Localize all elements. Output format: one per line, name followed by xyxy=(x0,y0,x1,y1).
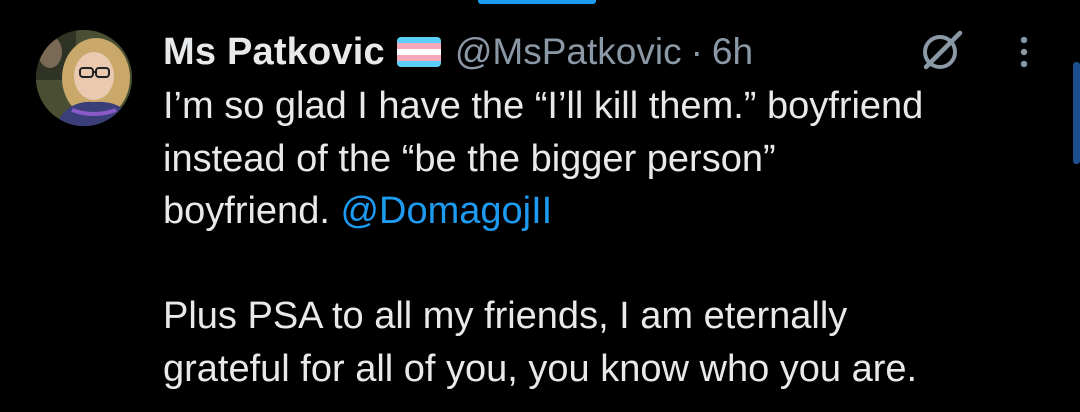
more-options-icon[interactable] xyxy=(1010,30,1038,74)
avatar[interactable] xyxy=(36,30,132,126)
handle[interactable]: @MsPatkovic xyxy=(455,31,682,73)
tweet-text-part2: Plus PSA to all my friends, I am eternal… xyxy=(163,295,918,390)
tweet[interactable]: Ms Patkovic @MsPatkovic · 6h I’m so glad… xyxy=(0,0,1080,412)
display-name[interactable]: Ms Patkovic xyxy=(163,31,385,74)
separator-dot: · xyxy=(690,31,703,72)
timestamp[interactable]: 6h xyxy=(712,31,753,73)
grok-icon[interactable] xyxy=(918,27,966,75)
tweet-text: I’m so glad I have the “I’ll kill them.”… xyxy=(163,80,1063,395)
transgender-flag-icon xyxy=(396,37,441,67)
tweet-header: Ms Patkovic @MsPatkovic · 6h xyxy=(163,27,753,77)
mention-link[interactable]: @DomagojII xyxy=(340,190,552,232)
